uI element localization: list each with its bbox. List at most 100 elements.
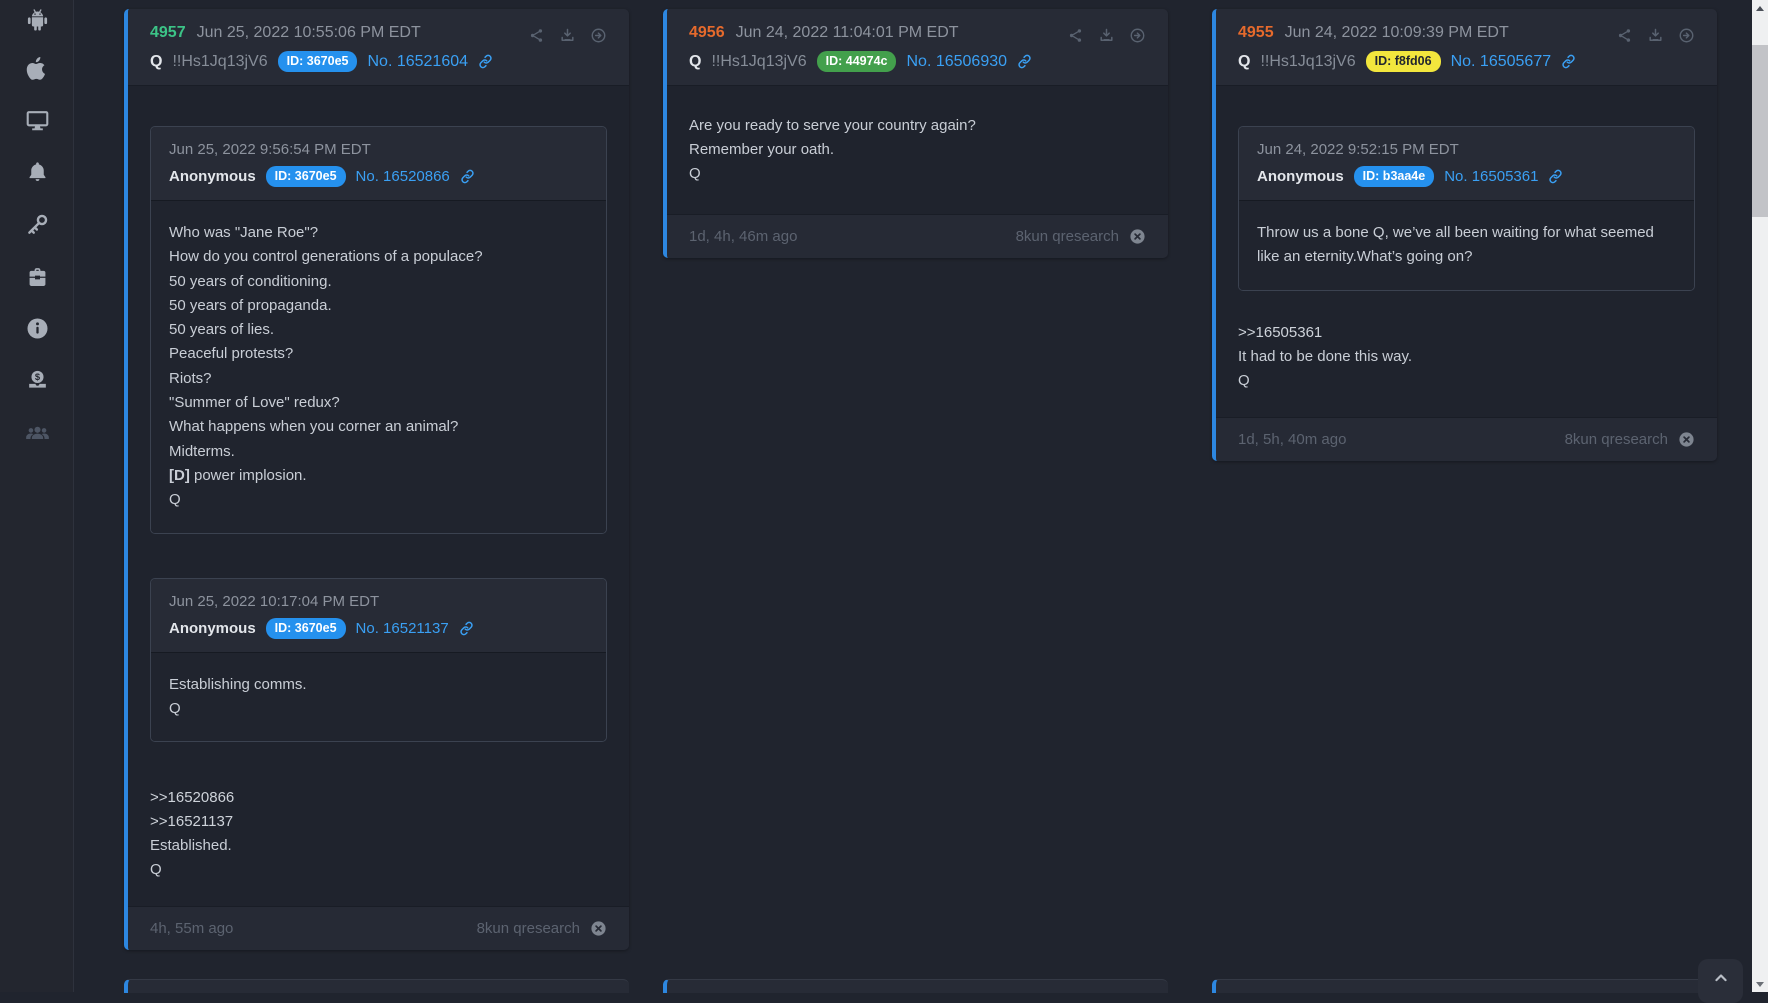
sidebar-item-donate[interactable]: $	[0, 360, 74, 400]
quote-line: Throw us a bone Q, we’ve all been waitin…	[1257, 221, 1676, 270]
quote-line: What happens when you corner an animal?	[169, 415, 588, 439]
quote-id-badge[interactable]: ID: b3aa4e	[1354, 166, 1435, 187]
sidebar-item-key[interactable]	[0, 204, 74, 244]
apple-icon	[25, 56, 50, 81]
dismiss-icon[interactable]	[1129, 228, 1146, 245]
post-header: 4957 Jun 25, 2022 10:55:06 PM EDT Q !!Hs…	[128, 9, 629, 86]
post-ref-link[interactable]: >>16505361	[1238, 321, 1695, 345]
scroll-to-top-button[interactable]	[1698, 959, 1743, 1003]
tripcode: !!Hs1Jq13jV6	[711, 53, 806, 71]
download-icon[interactable]	[1647, 27, 1664, 44]
link-icon[interactable]	[1561, 54, 1576, 69]
bell-icon	[25, 160, 50, 185]
post-number[interactable]: 4955	[1238, 24, 1274, 42]
quote-author: Anonymous	[169, 168, 256, 185]
post-card: 4955 Jun 24, 2022 10:09:39 PM EDT Q !!Hs…	[1212, 9, 1717, 461]
link-icon[interactable]	[478, 54, 493, 69]
share-icon[interactable]	[528, 27, 545, 44]
scrollbar-track[interactable]	[1752, 0, 1768, 992]
quote-line: 50 years of propaganda.	[169, 294, 588, 318]
link-icon[interactable]	[1548, 169, 1563, 184]
post-date: Jun 24, 2022 11:04:01 PM EDT	[736, 24, 959, 42]
quote-line: Establishing comms.	[169, 673, 588, 697]
post-footer: 1d, 5h, 40m ago 8kun qresearch	[1216, 417, 1717, 461]
author-name: Q	[689, 53, 701, 71]
sidebar-item-users[interactable]	[0, 412, 74, 452]
bold-fragment: [D]	[169, 467, 190, 484]
post-no-link[interactable]: No. 16505677	[1451, 53, 1552, 71]
body-line: It had to be done this way.	[1238, 345, 1695, 369]
post-signature: Q	[689, 162, 1146, 186]
quote-line: Peaceful protests?	[169, 342, 588, 366]
quote-id-badge[interactable]: ID: 3670e5	[266, 618, 346, 639]
quote-line: How do you control generations of a popu…	[169, 245, 588, 269]
quote-line: [D] power implosion.	[169, 464, 588, 488]
next-post-card-top	[663, 979, 1168, 993]
quote-id-badge[interactable]: ID: 3670e5	[266, 166, 346, 187]
sidebar-item-desktop[interactable]	[0, 100, 74, 140]
quote-line: Who was "Jane Roe"?	[169, 221, 588, 245]
toolbox-icon	[25, 265, 50, 290]
download-icon[interactable]	[1098, 27, 1115, 44]
scrollbar-down-button[interactable]	[1752, 976, 1768, 992]
sidebar-item-android[interactable]	[0, 0, 74, 40]
source-label: 8kun qresearch	[477, 920, 580, 937]
scrollbar-up-button[interactable]	[1752, 0, 1768, 16]
quote-line: 50 years of lies.	[169, 318, 588, 342]
source-label: 8kun qresearch	[1016, 228, 1119, 245]
open-post-icon[interactable]	[1129, 27, 1146, 44]
id-badge[interactable]: ID: 44974c	[817, 51, 897, 72]
quoted-post: Jun 24, 2022 9:52:15 PM EDT Anonymous ID…	[1238, 126, 1695, 291]
post-date: Jun 25, 2022 10:55:06 PM EDT	[197, 24, 421, 42]
quote-line: "Summer of Love" redux?	[169, 391, 588, 415]
chevron-up-icon	[1711, 968, 1731, 988]
post-header: 4955 Jun 24, 2022 10:09:39 PM EDT Q !!Hs…	[1216, 9, 1717, 86]
share-icon[interactable]	[1067, 27, 1084, 44]
id-badge[interactable]: ID: 3670e5	[278, 51, 358, 72]
id-badge[interactable]: ID: f8fd06	[1366, 51, 1441, 72]
link-icon[interactable]	[1017, 54, 1032, 69]
quoted-post: Jun 25, 2022 9:56:54 PM EDT Anonymous ID…	[150, 126, 607, 534]
quote-no-link[interactable]: No. 16505361	[1444, 168, 1538, 185]
post-number[interactable]: 4957	[150, 24, 186, 42]
sidebar: $	[0, 0, 74, 992]
quote-date: Jun 25, 2022 9:56:54 PM EDT	[169, 141, 588, 158]
post-signature: Q	[1238, 369, 1695, 393]
dismiss-icon[interactable]	[590, 920, 607, 937]
svg-text:$: $	[34, 372, 40, 382]
quote-author: Anonymous	[169, 620, 256, 637]
post-ref-link[interactable]: >>16520866	[150, 786, 607, 810]
post-ref-link[interactable]: >>16521137	[150, 810, 607, 834]
download-icon[interactable]	[559, 27, 576, 44]
post-no-link[interactable]: No. 16521604	[367, 53, 468, 71]
share-icon[interactable]	[1616, 27, 1633, 44]
sidebar-item-apple[interactable]	[0, 48, 74, 88]
post-card: 4956 Jun 24, 2022 11:04:01 PM EDT Q !!Hs…	[663, 9, 1168, 258]
dismiss-icon[interactable]	[1678, 431, 1695, 448]
quote-signature: Q	[169, 697, 588, 721]
post-no-link[interactable]: No. 16506930	[906, 53, 1007, 71]
sidebar-item-notifications[interactable]	[0, 152, 74, 192]
quoted-post: Jun 25, 2022 10:17:04 PM EDT Anonymous I…	[150, 578, 607, 743]
author-name: Q	[150, 53, 162, 71]
time-ago: 1d, 5h, 40m ago	[1238, 431, 1346, 448]
open-post-icon[interactable]	[590, 27, 607, 44]
body-line: Are you ready to serve your country agai…	[689, 114, 1146, 138]
post-date: Jun 24, 2022 10:09:39 PM EDT	[1285, 24, 1509, 42]
scrollbar-thumb[interactable]	[1752, 45, 1768, 217]
body-line: Established.	[150, 834, 607, 858]
post-card: 4957 Jun 25, 2022 10:55:06 PM EDT Q !!Hs…	[124, 9, 629, 950]
quote-no-link[interactable]: No. 16521137	[356, 620, 449, 637]
post-number[interactable]: 4956	[689, 24, 725, 42]
sidebar-item-info[interactable]	[0, 308, 74, 348]
quote-line: 50 years of conditioning.	[169, 270, 588, 294]
link-icon[interactable]	[459, 621, 474, 636]
info-icon	[25, 316, 50, 341]
sidebar-item-toolbox[interactable]	[0, 257, 74, 297]
post-footer: 1d, 4h, 46m ago 8kun qresearch	[667, 214, 1168, 258]
post-header: 4956 Jun 24, 2022 11:04:01 PM EDT Q !!Hs…	[667, 9, 1168, 86]
android-icon	[25, 8, 50, 33]
open-post-icon[interactable]	[1678, 27, 1695, 44]
link-icon[interactable]	[460, 169, 475, 184]
quote-no-link[interactable]: No. 16520866	[356, 168, 450, 185]
